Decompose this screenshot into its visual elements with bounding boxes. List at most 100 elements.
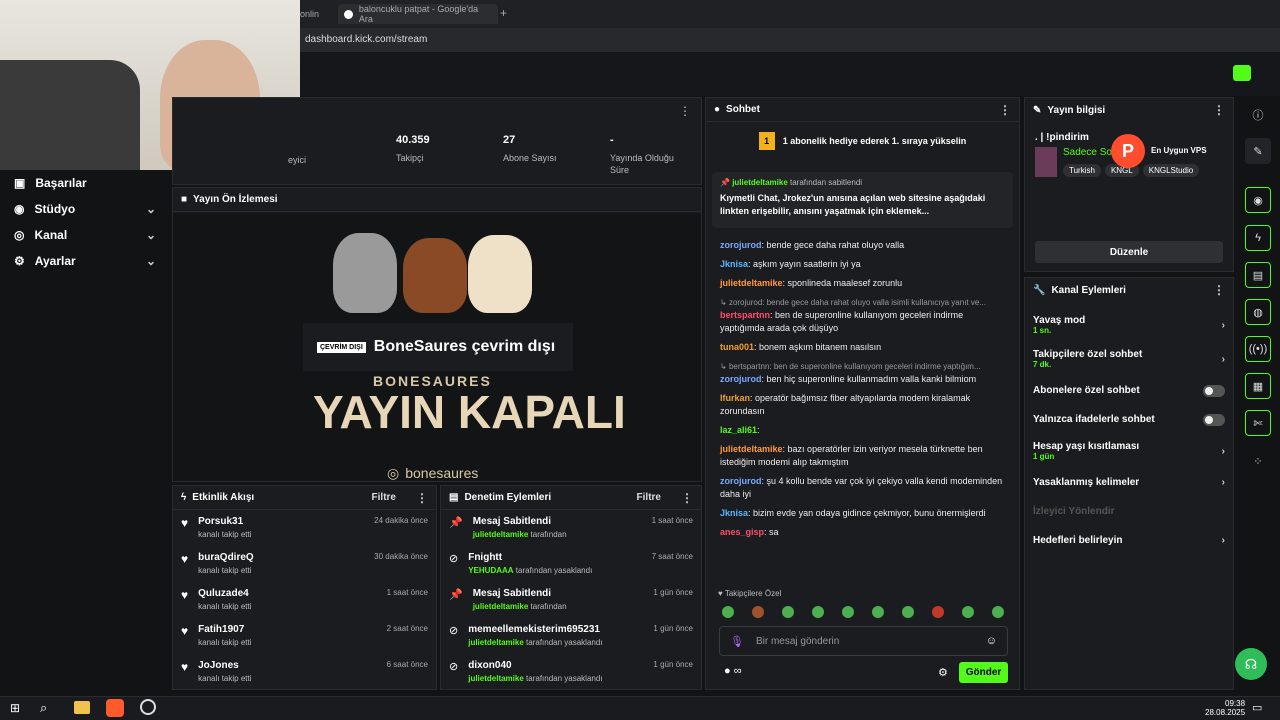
toggle-switch[interactable]	[1203, 384, 1225, 397]
preview-video[interactable]: ÇEVRİM DIŞI BoneSaures çevrim dışı BONES…	[173, 213, 701, 481]
browser-tab-active[interactable]: baloncuklu patpat - Google'da Ara	[338, 4, 498, 24]
info-icon[interactable]: ⓘ	[1245, 102, 1271, 128]
gift-banner[interactable]: 1 1 abonelik hediye ederek 1. sıraya yüks…	[706, 122, 1019, 160]
more-icon[interactable]: ⋮	[999, 103, 1011, 117]
channel-action-item[interactable]: Yasaklanmış kelimeler ›	[1025, 468, 1233, 497]
sidebar-item-achievements[interactable]: ▣ Başarılar	[0, 170, 170, 196]
emote-icon[interactable]	[902, 606, 914, 618]
emote-icon[interactable]	[782, 606, 794, 618]
channel-action-item[interactable]: Abonelere özel sohbet	[1025, 376, 1233, 405]
moderation-item[interactable]: ⊘ memeellemekisterim695231 julietdeltamike…	[441, 618, 701, 654]
chat-username[interactable]: julietdeltamike	[720, 278, 783, 288]
chat-username[interactable]: tuna001	[720, 342, 754, 352]
search-icon[interactable]: ⌕	[40, 700, 47, 716]
filter-button[interactable]: Filtre	[372, 492, 396, 503]
emote-icon[interactable]	[872, 606, 884, 618]
broadcast-icon[interactable]: ((•))	[1245, 336, 1271, 362]
edit-button[interactable]: Düzenle	[1035, 241, 1223, 263]
activity-item[interactable]: ♥ Porsuk31 kanalı takip etti 24 dakika önce	[173, 510, 436, 546]
new-tab-icon[interactable]: +	[500, 6, 507, 20]
chat-input[interactable]: 🎙 Bir mesaj gönderin ☺	[719, 626, 1008, 656]
camera-icon[interactable]: ◉	[1245, 187, 1271, 213]
taskbar-clock[interactable]: 09:38 28.08.2025	[1205, 699, 1245, 717]
points-icon[interactable]: ● ∞	[724, 665, 742, 677]
chat-message[interactable]: anes_gisp: sa	[706, 523, 1019, 542]
chat-username[interactable]: zorojurod	[720, 240, 762, 250]
chat-message[interactable]: julietdeltamike: sponlineda maalesef zor…	[706, 274, 1019, 293]
sidebar-item-settings[interactable]: ⚙ Ayarlar ⌄	[0, 248, 170, 274]
chat-message[interactable]: zorojurod: bende gece daha rahat oluyo v…	[706, 236, 1019, 255]
brave-browser-icon[interactable]	[106, 699, 124, 717]
microphone-icon[interactable]: 🎙	[730, 635, 744, 648]
more-icon[interactable]: ⋮	[1213, 283, 1225, 297]
kick-logo-icon[interactable]	[1233, 65, 1251, 81]
emote-bar[interactable]	[722, 606, 1022, 621]
moderation-item[interactable]: 📌 Mesaj Sabitlendi julietdeltamike tarafın…	[441, 510, 701, 546]
chat-message[interactable]: tuna001: bonem aşkım bitanem nasılsın	[706, 338, 1019, 357]
more-icon[interactable]: ⋮	[679, 104, 691, 118]
support-icon[interactable]: ☊	[1235, 648, 1267, 680]
channel-action-item[interactable]: Yavaş mod 1 sn. ›	[1025, 308, 1233, 342]
emote-icon[interactable]	[722, 606, 734, 618]
chat-username[interactable]: Jknisa	[720, 508, 748, 518]
emoji-icon[interactable]: ☺	[986, 635, 997, 647]
chat-message[interactable]: Jknisa: bizim evde yan odaya gidince çek…	[706, 504, 1019, 523]
moderation-item[interactable]: ⊘ dixon040 julietdeltamike tarafından yasa…	[441, 654, 701, 689]
send-button[interactable]: Gönder	[959, 662, 1008, 683]
emote-icon[interactable]	[752, 606, 764, 618]
url-text[interactable]: dashboard.kick.com/stream	[305, 34, 427, 45]
chat-username[interactable]: Jknisa	[720, 259, 748, 269]
app-icon[interactable]	[140, 699, 156, 715]
sidebar-item-studio[interactable]: ◉ Stüdyo ⌄	[0, 196, 170, 222]
emote-icon[interactable]	[992, 606, 1004, 618]
chat-username[interactable]: zorojurod	[720, 374, 762, 384]
moderation-item[interactable]: ⊘ Fnightt YEHUDAAA tarafından yasaklandı 7 …	[441, 546, 701, 582]
emote-icon[interactable]	[932, 606, 944, 618]
chat-message[interactable]: Jknisa: aşkım yayın saatlerin iyi ya	[706, 255, 1019, 274]
activity-item[interactable]: ♥ Fatih1907 kanalı takip etti 2 saat önce	[173, 618, 436, 654]
chat-username[interactable]: laz_ali61	[720, 425, 757, 435]
emote-icon[interactable]	[842, 606, 854, 618]
channel-action-item[interactable]: Hesap yaşı kısıtlaması 1 gün ›	[1025, 434, 1233, 468]
toggle-switch[interactable]	[1203, 413, 1225, 426]
notification-icon[interactable]: ▭	[1252, 701, 1262, 714]
more-icon[interactable]: ⋮	[1213, 103, 1225, 117]
chat-message[interactable]: zorojurod: şu 4 kollu bende var çok iyi …	[706, 472, 1019, 504]
document-icon[interactable]: ▤	[1245, 262, 1271, 288]
activity-item[interactable]: ♥ JoJones kanalı takip etti 6 saat önce	[173, 654, 436, 689]
tag[interactable]: Turkish	[1063, 164, 1101, 177]
moderation-item[interactable]: 📌 Mesaj Sabitlendi julietdeltamike tarafın…	[441, 582, 701, 618]
pinned-message[interactable]: 📌 julietdeltamike tarafından sabitlendi …	[712, 172, 1013, 228]
pencil-icon[interactable]: ✎	[1245, 138, 1271, 164]
gear-icon[interactable]: ⚙	[938, 666, 948, 679]
chat-username[interactable]: zorojurod	[720, 476, 762, 486]
channel-action-item[interactable]: Yalnızca ifadelerle sohbet	[1025, 405, 1233, 434]
channel-action-item[interactable]: Hedefleri belirleyin ›	[1025, 526, 1233, 555]
sidebar-item-channel[interactable]: ◎ Kanal ⌄	[0, 222, 170, 248]
more-icon[interactable]: ⋮	[681, 491, 693, 505]
chat-message[interactable]: ↳ zorojurod: bende gece daha rahat oluyo…	[706, 293, 1019, 338]
apps-icon[interactable]: ⁘	[1245, 448, 1271, 474]
chat-message[interactable]: lfurkan: operatör bağımsız fiber altyapı…	[706, 389, 1019, 421]
more-icon[interactable]: ⋮	[416, 491, 428, 505]
browser-tab[interactable]: onlin	[300, 4, 319, 24]
chat-username[interactable]: lfurkan	[720, 393, 750, 403]
activity-item[interactable]: ♥ buraQdireQ kanalı takip etti 30 dakika ön…	[173, 546, 436, 582]
chat-message[interactable]: laz_ali61:	[706, 421, 1019, 440]
chat-username[interactable]: julietdeltamike	[720, 444, 783, 454]
windows-start-icon[interactable]: ⊞	[10, 701, 20, 715]
chat-username[interactable]: anes_gisp	[720, 527, 764, 537]
wrench-icon[interactable]: ✄	[1245, 410, 1271, 436]
chat-message[interactable]: julietdeltamike: bazı operatörler izin v…	[706, 440, 1019, 472]
chat-message[interactable]: ↳ bertspartnn: ben de superonline kullan…	[706, 357, 1019, 389]
emote-icon[interactable]	[962, 606, 974, 618]
bolt-icon[interactable]: ϟ	[1245, 225, 1271, 251]
activity-item[interactable]: ♥ Quluzade4 kanalı takip etti 1 saat önce	[173, 582, 436, 618]
filter-button[interactable]: Filtre	[637, 492, 661, 503]
grid-icon[interactable]: ▦	[1245, 373, 1271, 399]
channel-action-item[interactable]: Takipçilere özel sohbet 7 dk. ›	[1025, 342, 1233, 376]
chat-icon[interactable]: ◍	[1245, 299, 1271, 325]
tag[interactable]: KNGLStudio	[1142, 164, 1200, 177]
file-explorer-icon[interactable]	[74, 701, 90, 714]
chat-username[interactable]: bertspartnn	[720, 310, 770, 320]
